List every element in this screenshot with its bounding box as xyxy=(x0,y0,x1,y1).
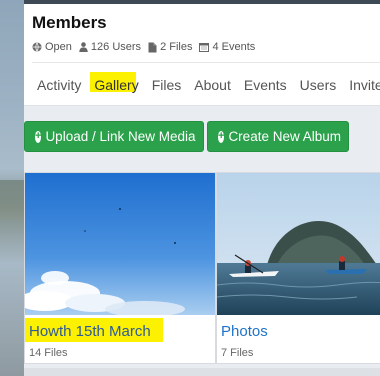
tab-label: Files xyxy=(151,77,182,93)
album-file-count: 14 Files xyxy=(29,347,68,359)
group-header-card: Members Open 126 Users 2 Files 4 Events … xyxy=(24,4,380,106)
create-album-button[interactable]: + Create New Album xyxy=(207,121,349,152)
files-label: 2 Files xyxy=(160,41,193,53)
album-file-count: 7 Files xyxy=(221,347,254,359)
upload-media-button[interactable]: + Upload / Link New Media xyxy=(24,121,204,152)
plus-circle-icon: + xyxy=(218,130,225,143)
group-meta: Open 126 Users 2 Files 4 Events xyxy=(32,41,262,53)
tab-label: Events xyxy=(243,77,287,93)
tab-label: Gallery xyxy=(94,77,139,93)
tab-about[interactable]: About xyxy=(194,77,231,93)
users-label: 126 Users xyxy=(90,41,142,53)
tab-gallery[interactable]: Gallery xyxy=(90,72,139,93)
tab-invites[interactable]: Invites xyxy=(349,77,380,93)
globe-icon xyxy=(32,42,42,52)
album-card[interactable]: Howth 15th March 14 Files xyxy=(24,172,216,364)
group-tabs: Activity Gallery Files About Events User… xyxy=(37,72,380,93)
album-title-link[interactable]: Photos xyxy=(221,323,268,340)
sky-photo xyxy=(25,173,215,315)
tab-activity[interactable]: Activity xyxy=(37,77,81,93)
kayak-photo xyxy=(217,173,380,315)
user-icon xyxy=(79,42,88,52)
tab-label: Users xyxy=(299,77,337,93)
privacy-label: Open xyxy=(45,41,72,53)
tab-label: Activity xyxy=(37,77,82,93)
tab-files[interactable]: Files xyxy=(152,77,182,93)
upload-media-label: Upload / Link New Media xyxy=(45,129,196,144)
group-title: Members xyxy=(32,13,107,32)
tab-label: About xyxy=(194,77,231,93)
header-divider xyxy=(32,62,380,63)
files-count: 2 Files xyxy=(148,41,192,53)
album-title: Howth 15th March xyxy=(29,323,151,340)
calendar-icon xyxy=(199,43,210,52)
tab-events[interactable]: Events xyxy=(244,77,287,93)
tab-users[interactable]: Users xyxy=(300,77,337,93)
events-count: 4 Events xyxy=(199,41,255,53)
events-label: 4 Events xyxy=(212,41,256,53)
album-thumbnail[interactable] xyxy=(217,173,380,315)
create-album-label: Create New Album xyxy=(228,129,341,144)
plus-circle-icon: + xyxy=(35,130,42,143)
next-row-edge xyxy=(24,368,380,376)
tab-label: Invites xyxy=(349,77,380,93)
album-card[interactable]: Photos 7 Files xyxy=(216,172,380,364)
privacy-status: Open xyxy=(32,41,72,53)
users-count: 126 Users xyxy=(79,41,141,53)
background-photo-edge xyxy=(0,0,24,376)
album-title-link[interactable]: Howth 15th March xyxy=(25,318,163,342)
file-icon xyxy=(148,42,157,52)
album-thumbnail[interactable] xyxy=(25,173,215,315)
